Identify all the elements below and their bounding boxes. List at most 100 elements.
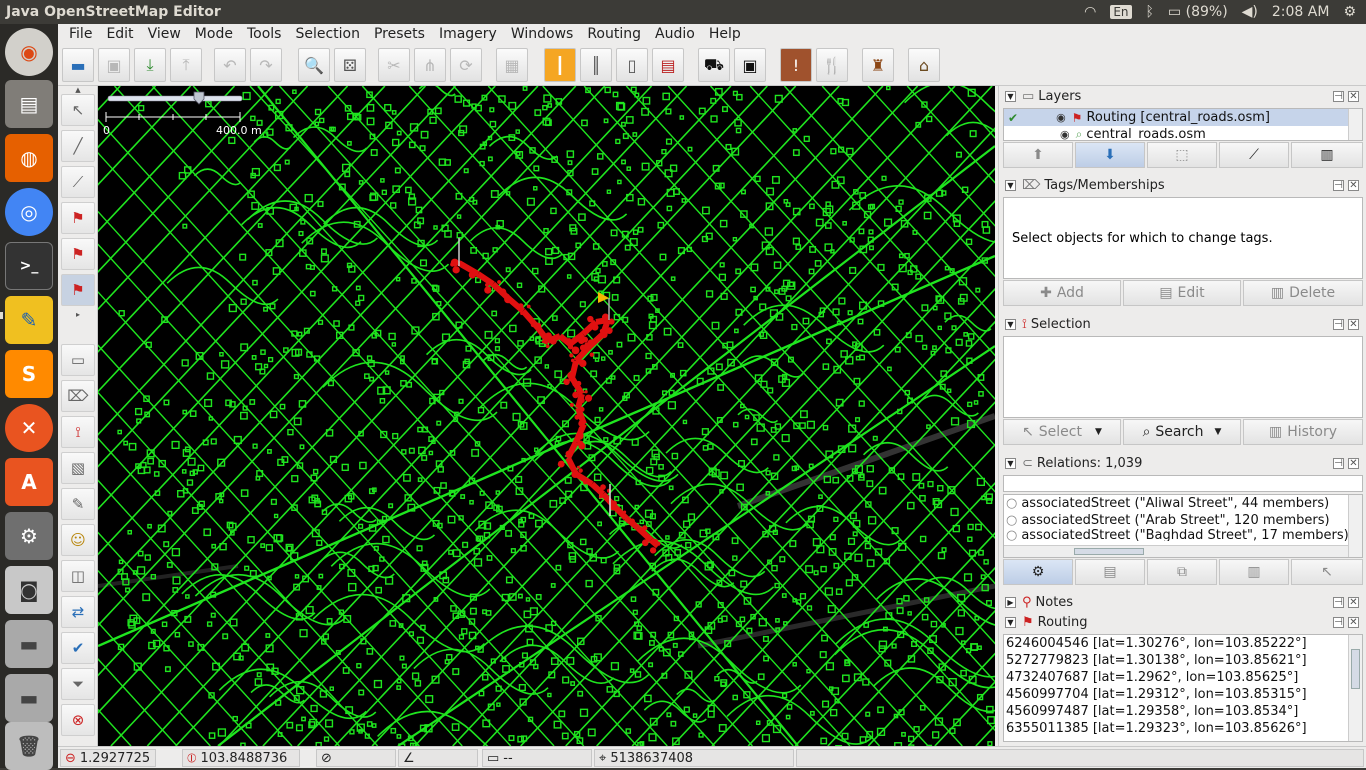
- close-icon[interactable]: ✕: [1348, 180, 1359, 191]
- pin-icon[interactable]: ⊣: [1333, 597, 1344, 608]
- save-button[interactable]: ▣: [98, 48, 130, 82]
- system-settings-icon[interactable]: ⚙: [5, 512, 53, 560]
- close-icon[interactable]: ✕: [1348, 458, 1359, 469]
- settings-gear-icon[interactable]: ⚙: [1343, 4, 1356, 20]
- select-mode-button[interactable]: ↖: [61, 94, 95, 126]
- collapse-icon[interactable]: ▼: [1005, 617, 1016, 628]
- map-view[interactable]: 0 400.0 m: [98, 86, 995, 746]
- preset-factory-button[interactable]: ⌂: [908, 48, 940, 82]
- routing-node-row[interactable]: 5272779823 [lat=1.30138°, lon=103.85621°…: [1004, 652, 1362, 669]
- keyboard-layout-indicator[interactable]: En: [1110, 5, 1131, 19]
- close-icon[interactable]: ✕: [1348, 617, 1359, 628]
- relations-horizontal-scrollbar[interactable]: [1004, 545, 1350, 557]
- menu-view[interactable]: View: [141, 26, 188, 42]
- preset-car-button[interactable]: ⛟: [698, 48, 730, 82]
- toggle-filter-dialog-button[interactable]: ▧: [61, 452, 95, 484]
- tags-dialog-header[interactable]: ▼ ⌦ Tags/Memberships ⊣✕: [1001, 175, 1363, 195]
- close-icon[interactable]: ✕: [1348, 91, 1359, 102]
- improve-way-mode-button[interactable]: ⟋: [61, 166, 95, 198]
- routing-node-list[interactable]: 6246004546 [lat=1.30276°, lon=103.85222°…: [1003, 634, 1363, 742]
- tags-table[interactable]: Select objects for which to change tags.: [1003, 197, 1363, 279]
- selection-list[interactable]: [1003, 336, 1363, 418]
- routing-add-node-button[interactable]: ⚑: [61, 202, 95, 234]
- relation-row[interactable]: ○associatedStreet ("Aliwal Street", 44 m…: [1004, 495, 1348, 512]
- expand-arrow-icon[interactable]: ▸: [58, 310, 98, 319]
- relations-scrollbar[interactable]: [1348, 495, 1362, 557]
- preset-barrier-button[interactable]: ▤: [652, 48, 684, 82]
- add-relation-button[interactable]: ⚙: [1003, 559, 1073, 585]
- menu-help[interactable]: Help: [702, 26, 748, 42]
- toggle-imagery-dialog-button[interactable]: ◫: [61, 560, 95, 592]
- xampp-icon[interactable]: ✕: [5, 404, 53, 452]
- selection-dialog-header[interactable]: ▼ ⟟ Selection ⊣✕: [1001, 314, 1363, 334]
- preset-restaurant-button[interactable]: 🍴: [816, 48, 848, 82]
- bluetooth-icon[interactable]: ᛒ: [1146, 4, 1154, 20]
- undo-button[interactable]: ↶: [214, 48, 246, 82]
- toggle-notes-dialog-button[interactable]: ⊗: [61, 704, 95, 736]
- relations-dialog-header[interactable]: ▼ ⊂ Relations: 1,039 ⊣✕: [1001, 453, 1363, 473]
- expand-icon[interactable]: ▶: [1005, 597, 1016, 608]
- dropdown-arrow-icon[interactable]: ▼: [1215, 427, 1222, 437]
- combine-way-button[interactable]: ⋔: [414, 48, 446, 82]
- routing-node-row[interactable]: 4732407687 [lat=1.2962°, lon=103.85625°]: [1004, 669, 1362, 686]
- delete-tag-button[interactable]: ▥Delete: [1243, 280, 1363, 306]
- toggle-selection-dialog-button[interactable]: ⟟: [61, 416, 95, 448]
- upload-button[interactable]: ⤒: [170, 48, 202, 82]
- menu-windows[interactable]: Windows: [504, 26, 581, 42]
- notes-dialog-header[interactable]: ▶ ⚲ Notes ⊣✕: [1001, 592, 1363, 612]
- merge-layer-button[interactable]: ⬚: [1147, 142, 1217, 168]
- pin-icon[interactable]: ⊣: [1333, 617, 1344, 628]
- menu-edit[interactable]: Edit: [99, 26, 140, 42]
- layers-scrollbar[interactable]: [1348, 109, 1362, 140]
- history-button[interactable]: ▥History: [1243, 419, 1363, 445]
- add-tag-button[interactable]: ✚Add: [1003, 280, 1121, 306]
- layer-visibility-button[interactable]: ⟋: [1219, 142, 1289, 168]
- scrollbar-thumb[interactable]: [1351, 649, 1360, 689]
- download-button[interactable]: ⤓: [134, 48, 166, 82]
- close-icon[interactable]: ✕: [1348, 319, 1359, 330]
- layer-row-osm[interactable]: ◉ ⌕ central_roads.osm: [1004, 126, 1362, 141]
- toggle-validation-dialog-button[interactable]: ✔: [61, 632, 95, 664]
- pin-icon[interactable]: ⊣: [1333, 458, 1344, 469]
- firefox-icon[interactable]: ◍: [5, 134, 53, 182]
- relations-filter-input[interactable]: [1003, 475, 1363, 492]
- routing-node-row[interactable]: 6246004546 [lat=1.30276°, lon=103.85222°…: [1004, 635, 1362, 652]
- toggle-filters-button[interactable]: ⏷: [61, 668, 95, 700]
- redo-button[interactable]: ↷: [250, 48, 282, 82]
- collapse-icon[interactable]: ▼: [1005, 180, 1016, 191]
- collapse-icon[interactable]: ▼: [1005, 458, 1016, 469]
- dropdown-arrow-icon[interactable]: ▼: [1095, 427, 1102, 437]
- layers-list[interactable]: ✔ ◉ ⚑ Routing [central_roads.osm] ◉ ⌕ ce…: [1003, 108, 1363, 141]
- routing-node-row[interactable]: 6355011385 [lat=1.29323°, lon=103.85626°…: [1004, 720, 1362, 737]
- preset-castle-button[interactable]: ♜: [862, 48, 894, 82]
- select-button[interactable]: ↖Select▼: [1003, 419, 1121, 445]
- josm-icon[interactable]: ✎: [5, 296, 53, 344]
- preset-road-button[interactable]: ║: [580, 48, 612, 82]
- toggle-commands-dialog-button[interactable]: ✎: [61, 488, 95, 520]
- split-way-button[interactable]: ✂: [378, 48, 410, 82]
- layers-dialog-header[interactable]: ▼ ▭ Layers ⊣✕: [1001, 86, 1363, 106]
- simplify-way-button[interactable]: ▦: [496, 48, 528, 82]
- wifi-icon[interactable]: ◠: [1084, 4, 1096, 20]
- relation-row[interactable]: ○associatedStreet ("Baghdad Street", 17 …: [1004, 529, 1348, 541]
- relations-list[interactable]: ○associatedStreet ("Aliwal Street", 44 m…: [1003, 494, 1363, 558]
- toggle-layers-dialog-button[interactable]: ▭: [61, 344, 95, 376]
- terminal-icon[interactable]: >_: [5, 242, 53, 290]
- drive-icon-2[interactable]: ▬: [5, 674, 53, 722]
- edit-tag-button[interactable]: ▤Edit: [1123, 280, 1241, 306]
- scrollbar-thumb[interactable]: [1074, 548, 1144, 555]
- routing-node-row[interactable]: 4560997704 [lat=1.29312°, lon=103.85315°…: [1004, 686, 1362, 703]
- trash-icon[interactable]: 🗑: [5, 722, 53, 770]
- toggle-tags-dialog-button[interactable]: ⌦: [61, 380, 95, 412]
- delete-layer-button[interactable]: ▥: [1291, 142, 1363, 168]
- software-center-icon[interactable]: A: [5, 458, 53, 506]
- edit-relation-button[interactable]: ▤: [1075, 559, 1145, 585]
- chrome-icon[interactable]: ◎: [5, 188, 53, 236]
- routing-remove-node-button[interactable]: ⚑: [61, 238, 95, 270]
- pin-icon[interactable]: ⊣: [1333, 91, 1344, 102]
- draw-mode-button[interactable]: ╱: [61, 130, 95, 162]
- duplicate-relation-button[interactable]: ⧉: [1147, 559, 1217, 585]
- collapse-icon[interactable]: ▼: [1005, 319, 1016, 330]
- clock[interactable]: 2:08 AM: [1272, 4, 1330, 20]
- map-canvas[interactable]: 0 400.0 m: [98, 86, 995, 746]
